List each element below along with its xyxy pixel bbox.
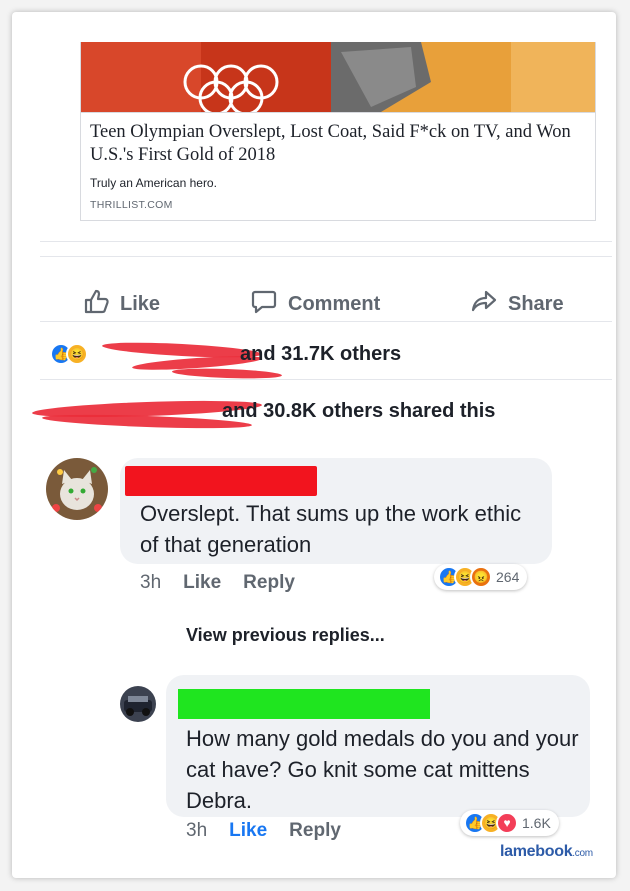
like-button[interactable]: Like [82,287,161,321]
divider [40,256,612,257]
link-preview[interactable]: Teen Olympian Overslept, Lost Coat, Said… [80,42,596,221]
preview-text-area: Teen Olympian Overslept, Lost Coat, Said… [81,112,595,221]
reply-meta: 3h Like Reply [186,820,341,842]
article-subtitle: Truly an American hero. [90,176,217,190]
reactions-summary[interactable]: 👍 😆 [50,340,88,368]
like-label: Like [120,292,161,315]
article-thumbnail[interactable] [81,42,595,112]
comment-label: Comment [288,292,381,315]
reactions-count[interactable]: and 31.7K others [240,343,401,366]
divider [40,379,612,380]
red-scribble-redaction [41,412,253,431]
comment-reaction-badge[interactable]: 👍 😆 😠 264 [434,564,528,590]
comment-timestamp[interactable]: 3h [140,572,161,594]
comment-reaction-count: 264 [496,569,520,585]
view-previous-replies[interactable]: View previous replies... [186,625,385,646]
replier-name-redaction [178,689,430,719]
comment-bubble: Overslept. That sums up the work ethic o… [120,458,552,564]
reply-text: How many gold medals do you and your cat… [186,726,579,813]
reply-bubble: How many gold medals do you and your cat… [166,675,590,817]
comment-reply-link[interactable]: Reply [243,572,295,594]
article-headline[interactable]: Teen Olympian Overslept, Lost Coat, Said… [90,121,580,167]
comment-button[interactable]: Comment [250,290,380,318]
lamebook-watermark: lamebook.com [500,843,593,860]
reply-like-link[interactable]: Like [229,820,267,842]
share-arrow-icon [470,287,498,321]
comment-icon [250,287,278,321]
angry-icon: 😠 [470,566,492,588]
shares-count[interactable]: and 30.8K others shared this [222,400,495,423]
reply-reaction-count: 1.6K [522,815,551,831]
comment-meta: 3h Like Reply [140,572,295,594]
red-scribble-redaction [171,367,283,380]
reply-reaction-badge[interactable]: 👍 😆 ♥ 1.6K [460,810,559,836]
comment-text: Overslept. That sums up the work ethic o… [140,501,522,557]
commenter-avatar[interactable] [46,458,108,520]
love-icon: ♥ [496,812,518,834]
comment-like-link[interactable]: Like [183,572,221,594]
replier-avatar[interactable] [120,686,156,722]
divider [40,241,612,242]
commenter-name-redaction [125,466,317,496]
reply-timestamp[interactable]: 3h [186,820,207,842]
post-card: Teen Olympian Overslept, Lost Coat, Said… [12,12,616,878]
thumbs-up-icon [82,287,110,321]
haha-reaction-icon: 😆 [66,343,88,365]
share-label: Share [508,292,564,315]
article-domain: THRILLIST.COM [90,199,173,211]
divider [40,321,612,322]
share-button[interactable]: Share [470,290,564,318]
reply-reply-link[interactable]: Reply [289,820,341,842]
